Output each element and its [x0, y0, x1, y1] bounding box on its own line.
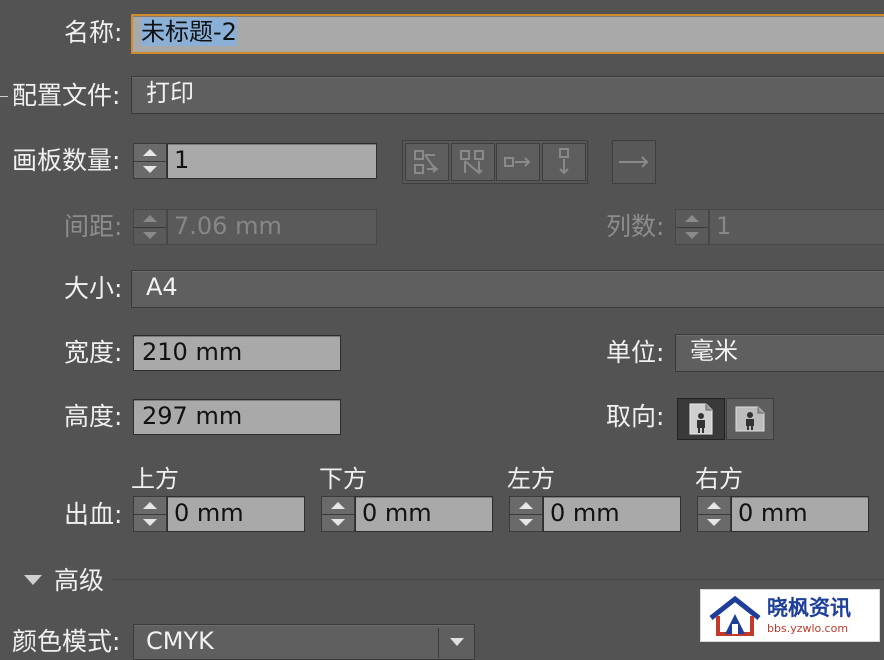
arrow-up-icon: [685, 214, 699, 222]
arrow-up-icon: [707, 501, 721, 509]
arrow-down-icon: [143, 519, 157, 527]
orientation-label: 取向:: [606, 402, 665, 431]
color-mode-dropdown-divider: [438, 628, 439, 658]
arrow-down-icon: [707, 519, 721, 527]
color-mode-select[interactable]: CMYK: [133, 624, 475, 660]
bleed-right-input[interactable]: 0 mm: [731, 496, 869, 532]
color-mode-label: 颜色模式:: [12, 627, 121, 656]
profile-select[interactable]: 打印: [131, 76, 884, 114]
stepper-down-button[interactable]: [698, 513, 730, 532]
color-mode-value: CMYK: [146, 627, 214, 655]
advanced-section-label[interactable]: 高级: [54, 566, 104, 596]
arrow-up-icon: [519, 501, 533, 509]
stepper-down-button[interactable]: [134, 160, 166, 179]
artboards-label: 画板数量:: [12, 146, 121, 175]
arrow-up-icon: [331, 501, 345, 509]
width-input[interactable]: 210 mm: [133, 335, 341, 371]
columns-stepper[interactable]: [675, 209, 709, 245]
name-label: 名称:: [64, 18, 123, 47]
size-label: 大小:: [64, 274, 123, 303]
units-label: 单位:: [606, 338, 665, 367]
arrow-down-icon: [331, 519, 345, 527]
house-logo-icon: [709, 596, 761, 636]
height-input[interactable]: 297 mm: [133, 399, 341, 435]
units-select[interactable]: 毫米: [675, 334, 884, 372]
arrow-down-icon: [143, 232, 157, 240]
spacing-label: 间距:: [64, 212, 123, 241]
stepper-up-button[interactable]: [676, 210, 708, 227]
bleed-bottom-stepper[interactable]: [321, 496, 355, 532]
stepper-down-button[interactable]: [322, 513, 354, 532]
watermark-url: bbs.yzwlo.com: [767, 622, 849, 635]
bleed-left-input[interactable]: 0 mm: [543, 496, 681, 532]
spacing-input[interactable]: 7.06 mm: [167, 209, 377, 245]
arrow-right-icon: [619, 156, 649, 168]
bleed-bottom-input[interactable]: 0 mm: [355, 496, 493, 532]
arrange-by-column-button[interactable]: [542, 143, 586, 181]
width-label: 宽度:: [64, 338, 123, 367]
height-label: 高度:: [64, 402, 123, 431]
bleed-right-stepper[interactable]: [697, 496, 731, 532]
bleed-top-label: 上方: [131, 465, 179, 493]
spacing-stepper[interactable]: [133, 209, 167, 245]
artboards-stepper[interactable]: [133, 143, 167, 179]
grid-by-row-icon: [414, 150, 439, 174]
stepper-up-button[interactable]: [134, 497, 166, 514]
portrait-button[interactable]: [677, 398, 725, 440]
arrow-up-icon: [143, 501, 157, 509]
bleed-bottom-label: 下方: [319, 465, 367, 493]
portrait-icon: [689, 403, 713, 435]
watermark-title: 晓枫资讯: [767, 596, 851, 620]
bleed-right-label: 右方: [695, 465, 743, 493]
arrow-down-icon: [143, 166, 157, 174]
arrange-by-row-icon: [504, 157, 531, 167]
bleed-left-label: 左方: [507, 465, 555, 493]
arrange-by-row-button[interactable]: [496, 143, 540, 181]
arrow-up-icon: [143, 148, 157, 156]
grid-by-row-button[interactable]: [405, 143, 449, 181]
arrow-down-icon: [519, 519, 533, 527]
artboards-input[interactable]: 1: [167, 143, 377, 179]
advanced-disclosure-triangle-icon[interactable]: [24, 575, 42, 585]
stepper-up-button[interactable]: [322, 497, 354, 514]
stepper-up-button[interactable]: [510, 497, 542, 514]
columns-input[interactable]: 1: [709, 209, 884, 245]
change-layout-rtl-button[interactable]: [612, 140, 656, 184]
columns-label: 列数:: [606, 212, 665, 241]
bleed-label: 出血:: [64, 500, 123, 529]
stepper-down-button[interactable]: [510, 513, 542, 532]
grid-by-column-button[interactable]: [451, 143, 495, 181]
chevron-down-icon[interactable]: [450, 638, 464, 646]
arrange-by-column-icon: [559, 148, 569, 175]
arrow-up-icon: [143, 214, 157, 222]
edge-tick: [0, 96, 8, 97]
bleed-top-stepper[interactable]: [133, 496, 167, 532]
bleed-top-input[interactable]: 0 mm: [167, 496, 305, 532]
name-input[interactable]: 未标题-2: [131, 14, 884, 54]
name-input-value: 未标题-2: [141, 18, 237, 46]
stepper-up-button[interactable]: [134, 144, 166, 161]
profile-label: 配置文件:: [12, 81, 121, 110]
bleed-left-stepper[interactable]: [509, 496, 543, 532]
size-select[interactable]: A4: [131, 270, 884, 308]
stepper-down-button[interactable]: [134, 226, 166, 245]
watermark-logo: 晓枫资讯 bbs.yzwlo.com: [700, 589, 880, 642]
landscape-button[interactable]: [726, 398, 774, 440]
arrow-down-icon: [685, 232, 699, 240]
stepper-up-button[interactable]: [134, 210, 166, 227]
grid-by-column-icon: [460, 150, 484, 175]
stepper-down-button[interactable]: [676, 226, 708, 245]
landscape-icon: [735, 406, 765, 432]
advanced-divider: [112, 579, 884, 580]
stepper-down-button[interactable]: [134, 513, 166, 532]
stepper-up-button[interactable]: [698, 497, 730, 514]
